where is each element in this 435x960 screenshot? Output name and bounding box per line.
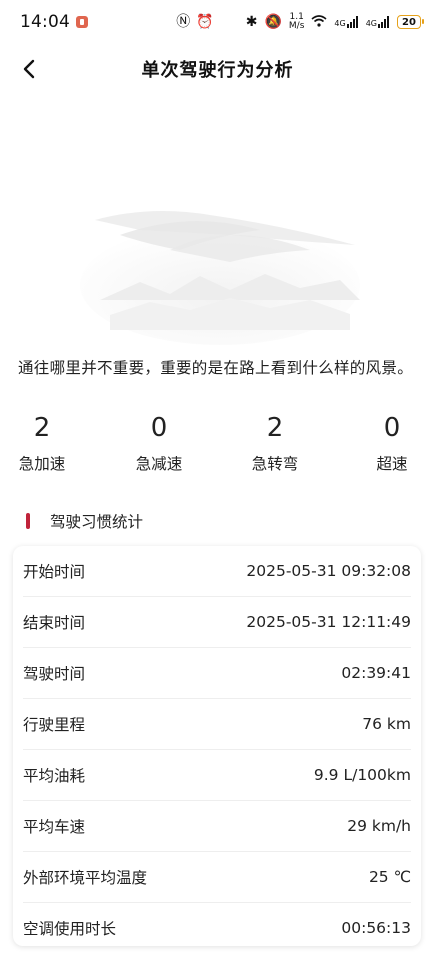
- signal-bars-2-icon: [378, 16, 389, 28]
- driving-event-stats: 2 急加速 0 急减速 2 急转弯 0 超速: [0, 410, 435, 480]
- row-ac-duration: 空调使用时长 00:56:13: [23, 903, 411, 953]
- row-label: 平均油耗: [23, 767, 86, 785]
- status-bar: 14:04 Ⓝ ⏰ ✱ 🔕 1.1 M/s 4G 4G 20: [0, 0, 435, 44]
- row-value: 00:56:13: [341, 919, 411, 937]
- stat-value: 2: [266, 413, 284, 443]
- section-header: 驾驶习惯统计: [26, 510, 143, 532]
- row-value: 9.9 L/100km: [313, 766, 411, 784]
- row-driving-duration: 驾驶时间 02:39:41: [23, 648, 411, 699]
- row-avg-fuel: 平均油耗 9.9 L/100km: [23, 750, 411, 801]
- battery-icon: 20: [397, 15, 424, 29]
- network-type-1: 4G: [334, 19, 346, 28]
- row-avg-temperature: 外部环境平均温度 25 ℃: [23, 852, 411, 903]
- row-mileage: 行驶里程 76 km: [23, 699, 411, 750]
- back-arrow-icon[interactable]: [18, 57, 42, 81]
- status-right-icons: ✱ 🔕 1.1 M/s 4G 4G 20: [245, 13, 424, 31]
- stat-value: 2: [33, 413, 51, 443]
- row-label: 结束时间: [23, 614, 86, 632]
- row-label: 空调使用时长: [23, 920, 117, 938]
- stat-sharp-turn: 2 急转弯: [235, 410, 315, 474]
- row-value: 2025-05-31 09:32:08: [246, 562, 411, 580]
- row-label: 外部环境平均温度: [23, 869, 148, 887]
- alarm-icon: ⏰: [196, 14, 214, 30]
- network-speed-unit: M/s: [288, 21, 305, 31]
- row-label: 行驶里程: [23, 716, 86, 734]
- stat-label: 急减速: [135, 455, 183, 473]
- row-value: 2025-05-31 12:11:49: [246, 613, 411, 631]
- stat-speeding: 0 超速: [352, 410, 432, 474]
- row-label: 开始时间: [23, 563, 86, 581]
- quote-text: 通往哪里并不重要，重要的是在路上看到什么样的风景。: [18, 359, 414, 377]
- bluetooth-icon: ✱: [245, 14, 258, 30]
- battery-level: 20: [402, 16, 416, 28]
- driving-habits-card: 开始时间 2025-05-31 09:32:08 结束时间 2025-05-31…: [13, 546, 421, 946]
- network-type-2: 4G: [365, 19, 377, 28]
- status-mid-icons: Ⓝ ⏰: [176, 15, 213, 29]
- nfc-icon: Ⓝ: [176, 14, 191, 30]
- row-value: 29 km/h: [347, 817, 411, 835]
- stat-label: 急加速: [18, 455, 66, 473]
- signal-bars-1-icon: [346, 16, 358, 28]
- wifi-icon: [311, 14, 327, 30]
- landscape-illustration: [80, 211, 360, 345]
- status-time: 14:04: [20, 12, 70, 32]
- section-title: 驾驶习惯统计: [50, 513, 144, 531]
- notification-app-icon: [76, 16, 88, 28]
- row-start-time: 开始时间 2025-05-31 09:32:08: [23, 546, 411, 597]
- mute-icon: 🔕: [264, 14, 282, 30]
- top-nav: 单次驾驶行为分析: [0, 46, 435, 92]
- row-value: 02:39:41: [341, 664, 411, 682]
- row-label: 平均车速: [23, 818, 86, 836]
- stat-value: 0: [150, 413, 168, 443]
- row-end-time: 结束时间 2025-05-31 12:11:49: [23, 597, 411, 648]
- row-label: 驾驶时间: [23, 665, 86, 683]
- signal-1: 4G: [334, 16, 358, 28]
- section-accent-bar: [26, 513, 30, 529]
- network-speed: 1.1 M/s: [289, 13, 305, 31]
- stat-label: 超速: [376, 455, 408, 473]
- stat-label: 急转弯: [251, 455, 299, 473]
- page-title: 单次驾驶行为分析: [141, 60, 294, 81]
- stat-hard-acceleration: 2 急加速: [2, 410, 82, 474]
- row-value: 25 ℃: [368, 868, 411, 886]
- stat-hard-braking: 0 急减速: [119, 410, 199, 474]
- row-avg-speed: 平均车速 29 km/h: [23, 801, 411, 852]
- signal-2: 4G: [366, 16, 390, 28]
- stat-value: 0: [383, 413, 401, 443]
- row-value: 76 km: [362, 715, 411, 733]
